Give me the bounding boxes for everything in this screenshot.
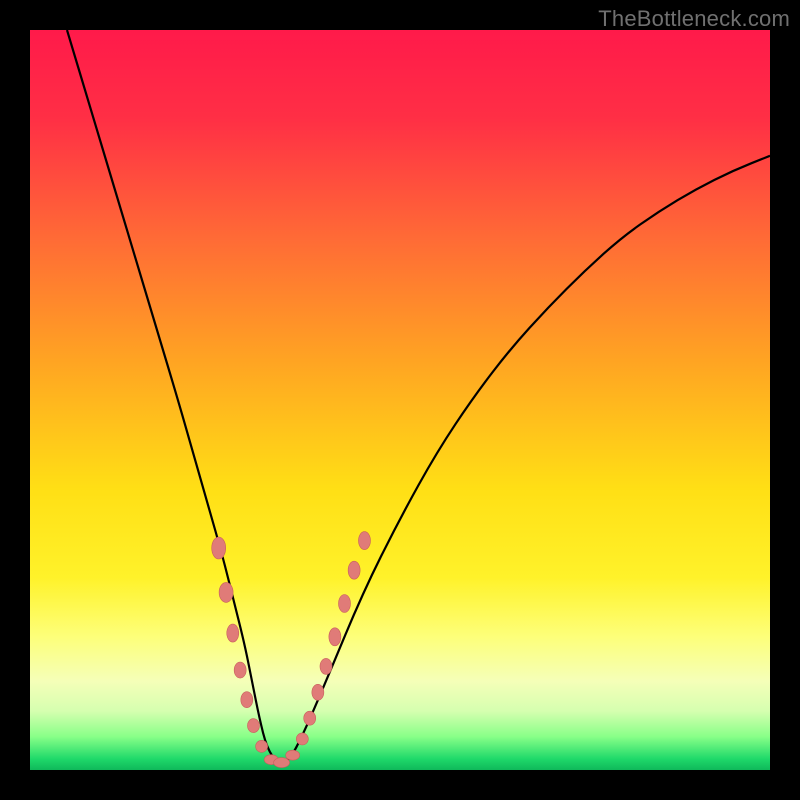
gradient-background	[30, 30, 770, 770]
marker-dot	[304, 711, 316, 725]
marker-dot	[219, 582, 233, 602]
bottleneck-chart	[30, 30, 770, 770]
marker-dot	[256, 740, 268, 752]
plot-area	[30, 30, 770, 770]
marker-dot	[227, 624, 239, 642]
marker-dot	[339, 595, 351, 613]
marker-dot	[320, 658, 332, 674]
marker-dot	[247, 719, 259, 733]
marker-dot	[274, 758, 290, 768]
marker-dot	[348, 561, 360, 579]
marker-dot	[312, 684, 324, 700]
marker-dot	[286, 750, 300, 760]
marker-dot	[296, 733, 308, 745]
marker-dot	[212, 537, 226, 559]
watermark-text: TheBottleneck.com	[598, 6, 790, 32]
marker-dot	[241, 692, 253, 708]
marker-dot	[234, 662, 246, 678]
chart-frame: TheBottleneck.com	[0, 0, 800, 800]
marker-dot	[358, 532, 370, 550]
marker-dot	[329, 628, 341, 646]
